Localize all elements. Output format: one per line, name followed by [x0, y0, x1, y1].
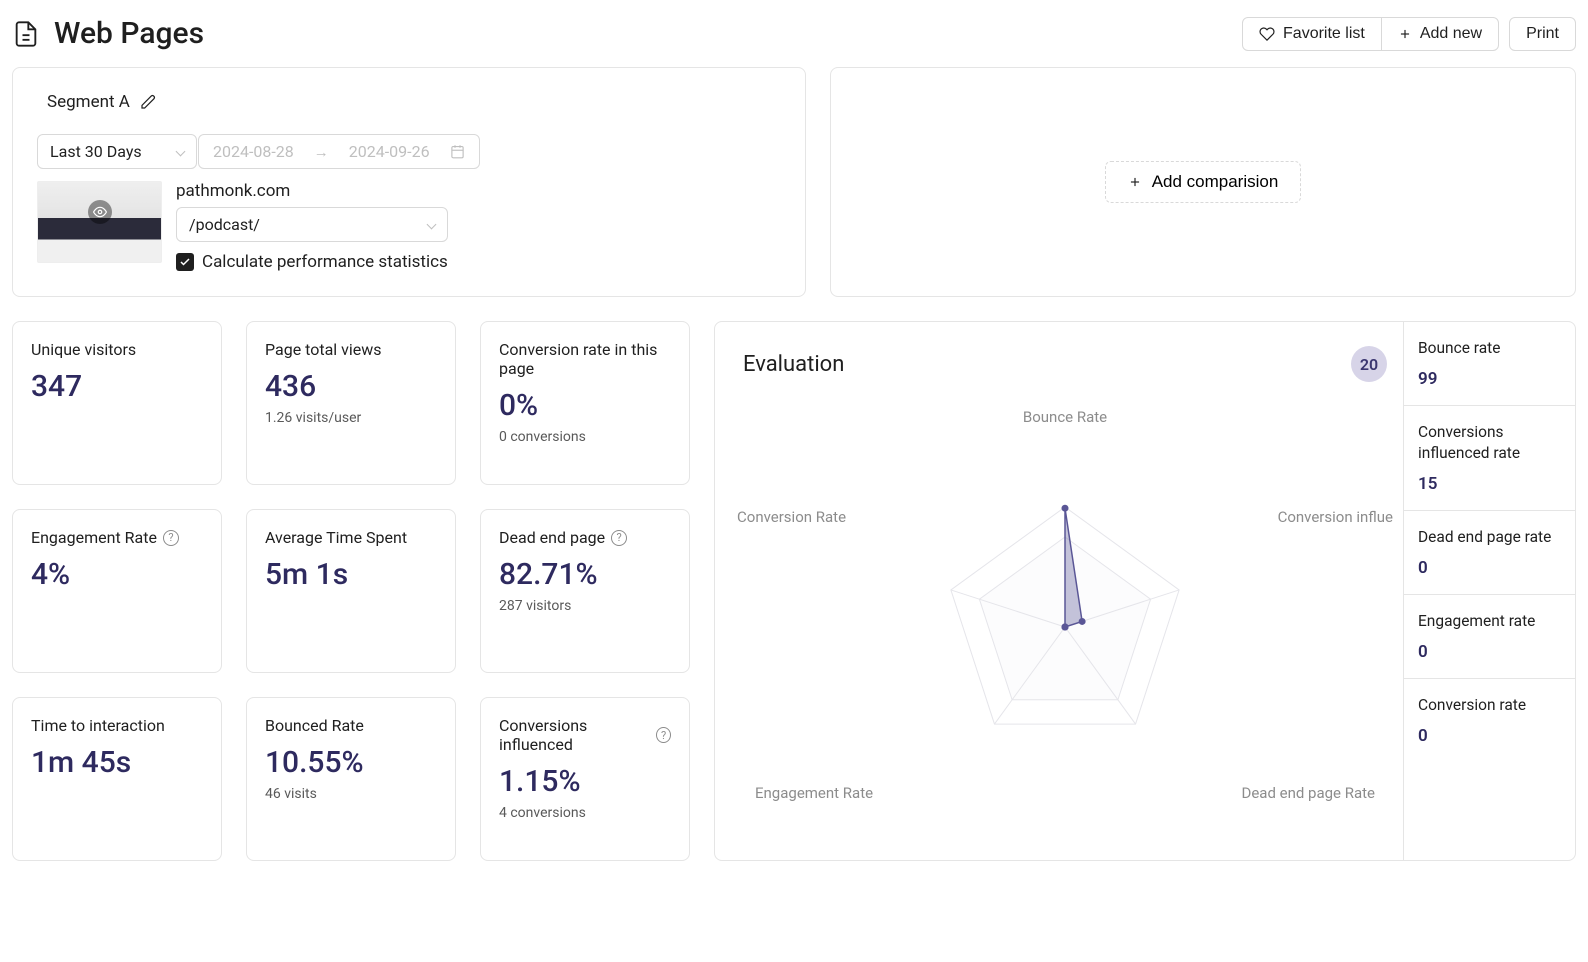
metric-value: 4% [31, 557, 203, 592]
heart-icon [1259, 26, 1275, 42]
metric-card: Page total views 436 1.26 visits/user [246, 321, 456, 485]
side-item-value: 99 [1418, 369, 1561, 389]
metric-sub: 1.26 visits/user [265, 410, 437, 426]
segment-panel: Segment A Last 30 Days 2024-08-28 → 2024… [12, 67, 806, 297]
metric-value: 1m 45s [31, 745, 203, 780]
favorite-list-label: Favorite list [1283, 25, 1365, 43]
metric-sub: 4 conversions [499, 805, 671, 821]
side-item-value: 0 [1418, 558, 1561, 578]
arrow-right-icon: → [314, 143, 329, 161]
page-path-value: /podcast/ [189, 215, 260, 234]
radar-axis-left: Conversion Rate [737, 508, 846, 526]
metric-value: 10.55% [265, 745, 437, 780]
date-from: 2024-08-28 [213, 142, 294, 161]
radar-axis-right: Conversion influe [1278, 508, 1393, 526]
date-range-label: Last 30 Days [50, 142, 142, 161]
metric-label: Page total views [265, 340, 437, 359]
plus-icon [1128, 175, 1142, 189]
metric-label: Conversion rate in this page [499, 340, 671, 378]
metric-card: Time to interaction 1m 45s [12, 697, 222, 861]
add-comparison-label: Add comparision [1152, 172, 1279, 192]
calendar-icon [450, 144, 465, 159]
metrics-grid: Unique visitors 347 Page total views 436 1… [12, 321, 690, 861]
metric-label: Dead end page ? [499, 528, 671, 547]
metric-card: Conversions influenced ? 1.15% 4 conversio… [480, 697, 690, 861]
metric-value: 5m 1s [265, 557, 437, 592]
evaluation-score-badge: 20 [1351, 346, 1387, 382]
metric-label: Conversions influenced ? [499, 716, 671, 754]
print-label: Print [1526, 25, 1559, 43]
evaluation-side-list: Bounce rate 99 Conversions influenced rate… [1404, 321, 1576, 861]
metric-label: Time to interaction [31, 716, 203, 735]
radar-axis-bottom-left: Engagement Rate [755, 784, 873, 802]
metric-card: Average Time Spent 5m 1s [246, 509, 456, 673]
date-range-picker[interactable]: 2024-08-28 → 2024-09-26 [198, 134, 480, 169]
radar-axis-top: Bounce Rate [1023, 408, 1107, 426]
radar-chart [895, 447, 1235, 787]
side-item-label: Bounce rate [1418, 338, 1561, 359]
check-icon [179, 256, 191, 268]
help-icon[interactable]: ? [611, 530, 627, 546]
metric-label: Bounced Rate [265, 716, 437, 735]
metric-label: Average Time Spent [265, 528, 437, 547]
metric-label: Engagement Rate ? [31, 528, 203, 547]
side-item-label: Dead end page rate [1418, 527, 1561, 548]
evaluation-panel: Evaluation 20 Bounce Rate Conversion inf… [714, 321, 1404, 861]
page-path-select[interactable]: /podcast/ [176, 207, 448, 242]
side-item-label: Conversions influenced rate [1418, 422, 1561, 464]
domain-text: pathmonk.com [176, 181, 448, 201]
preview-eye-icon [88, 200, 112, 224]
add-new-button[interactable]: Add new [1381, 17, 1499, 51]
document-icon [12, 20, 40, 48]
side-item-label: Engagement rate [1418, 611, 1561, 632]
side-item-value: 0 [1418, 642, 1561, 662]
metric-sub: 287 visitors [499, 598, 671, 614]
metric-value: 436 [265, 369, 437, 404]
page-thumbnail[interactable] [37, 181, 162, 263]
metric-card: Bounced Rate 10.55% 46 visits [246, 697, 456, 861]
metric-card: Engagement Rate ? 4% [12, 509, 222, 673]
metric-value: 347 [31, 369, 203, 404]
chevron-down-icon [426, 220, 436, 230]
add-comparison-button[interactable]: Add comparision [1105, 161, 1302, 203]
radar-axis-bottom-right: Dead end page Rate [1242, 784, 1376, 802]
add-new-label: Add new [1420, 25, 1482, 43]
side-item-value: 0 [1418, 726, 1561, 746]
print-button[interactable]: Print [1509, 17, 1576, 51]
calculate-stats-label: Calculate performance statistics [202, 252, 448, 272]
page-title: Web Pages [54, 16, 204, 51]
side-list-item: Engagement rate 0 [1404, 595, 1575, 679]
metric-sub: 46 visits [265, 786, 437, 802]
side-list-item: Dead end page rate 0 [1404, 511, 1575, 595]
metric-value: 1.15% [499, 764, 671, 799]
chevron-down-icon [176, 147, 186, 157]
side-list-item: Conversions influenced rate 15 [1404, 406, 1575, 511]
calculate-stats-checkbox[interactable] [176, 253, 194, 271]
metric-sub: 0 conversions [499, 429, 671, 445]
date-range-select[interactable]: Last 30 Days [37, 134, 197, 169]
metric-label: Unique visitors [31, 340, 203, 359]
metric-value: 82.71% [499, 557, 671, 592]
segment-name-text: Segment A [47, 92, 130, 112]
metric-value: 0% [499, 388, 671, 423]
comparison-panel: Add comparision [830, 67, 1576, 297]
help-icon[interactable]: ? [163, 530, 179, 546]
side-list-item: Conversion rate 0 [1404, 679, 1575, 762]
edit-icon[interactable] [140, 94, 156, 110]
favorite-list-button[interactable]: Favorite list [1242, 17, 1382, 51]
metric-card: Unique visitors 347 [12, 321, 222, 485]
date-to: 2024-09-26 [349, 142, 430, 161]
metric-card: Dead end page ? 82.71% 287 visitors [480, 509, 690, 673]
metric-card: Conversion rate in this page 0% 0 convers… [480, 321, 690, 485]
side-list-item: Bounce rate 99 [1404, 322, 1575, 406]
plus-icon [1398, 27, 1412, 41]
side-item-value: 15 [1418, 474, 1561, 494]
evaluation-title: Evaluation [743, 352, 844, 377]
help-icon[interactable]: ? [656, 727, 671, 743]
side-item-label: Conversion rate [1418, 695, 1561, 716]
